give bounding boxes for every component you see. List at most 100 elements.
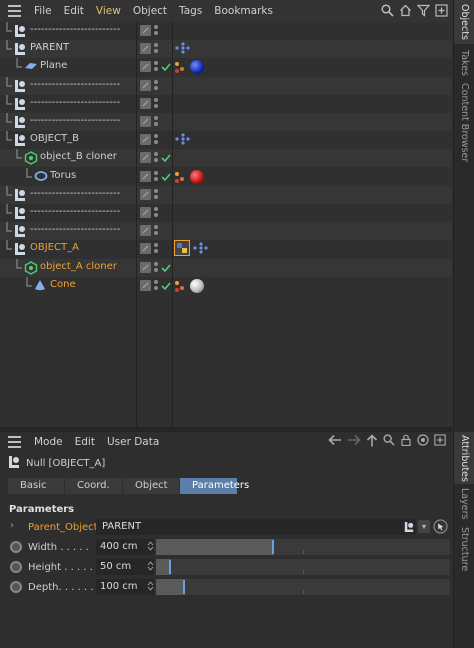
object-row[interactable]: ------------------------- (0, 222, 452, 241)
object-name-cell[interactable]: Plane (0, 58, 136, 76)
visibility-dots[interactable] (154, 79, 160, 93)
display-tag-icon[interactable] (174, 60, 188, 74)
menu-mode[interactable]: Mode (28, 432, 69, 452)
visibility-dots[interactable] (154, 42, 160, 56)
object-name-cell[interactable]: ------------------------- (0, 22, 136, 40)
layer-flag[interactable] (140, 25, 151, 36)
depth-slider[interactable] (156, 579, 450, 595)
visibility-dots[interactable] (154, 60, 160, 74)
layer-flag[interactable] (140, 97, 151, 109)
object-label[interactable]: OBJECT_A (30, 242, 79, 253)
tab-takes[interactable]: Takes (454, 46, 474, 80)
menu-user-data[interactable]: User Data (101, 432, 165, 452)
object-row[interactable]: Cone (0, 276, 452, 295)
new-window-icon[interactable] (434, 434, 446, 450)
visibility-dots[interactable] (154, 242, 160, 256)
object-name-cell[interactable]: Cone (0, 276, 136, 295)
object-row[interactable]: Plane (0, 58, 452, 76)
display-tag-icon[interactable] (174, 279, 188, 293)
object-name-cell[interactable]: object_A cloner (0, 258, 136, 277)
visibility-dots[interactable] (154, 170, 160, 184)
tab-basic[interactable]: Basic (8, 478, 65, 494)
object-label[interactable]: ------------------------- (30, 224, 120, 235)
hamburger-menu-icon[interactable] (0, 431, 28, 453)
width-slider[interactable] (156, 539, 450, 555)
menu-bookmarks[interactable]: Bookmarks (208, 0, 279, 22)
visibility-dots[interactable] (154, 188, 160, 202)
object-row[interactable]: ------------------------- (0, 22, 452, 40)
tab-content-browser[interactable]: Content Browser (454, 82, 474, 164)
tab-objects[interactable]: Objects (454, 0, 474, 44)
visibility-dots[interactable] (154, 206, 160, 220)
enabled-check-icon[interactable] (161, 153, 171, 166)
stepper-arrows-icon[interactable] (147, 540, 154, 554)
stepper-arrows-icon[interactable] (147, 580, 154, 594)
layer-flag[interactable] (140, 170, 151, 182)
tab-structure[interactable]: Structure (454, 524, 474, 574)
object-row[interactable]: ------------------------- (0, 185, 452, 204)
layer-flag[interactable] (140, 152, 151, 164)
pick-object-icon[interactable] (433, 519, 448, 537)
object-row[interactable]: object_A cloner (0, 258, 452, 277)
menu-object[interactable]: Object (127, 0, 173, 22)
object-name-cell[interactable]: PARENT (0, 40, 136, 58)
chevron-down-icon[interactable]: ▾ (418, 520, 430, 533)
new-window-icon[interactable] (434, 4, 448, 18)
enabled-check-icon[interactable] (161, 281, 171, 294)
animation-keyframe-icon[interactable] (10, 581, 22, 593)
height-slider[interactable] (156, 559, 450, 575)
chevron-right-icon[interactable]: › (10, 520, 14, 531)
hamburger-menu-icon[interactable] (0, 0, 28, 22)
object-label[interactable]: Cone (50, 279, 76, 290)
tab-coord[interactable]: Coord. (65, 478, 123, 494)
visibility-dots[interactable] (154, 224, 160, 238)
visibility-dots[interactable] (154, 261, 160, 275)
object-label[interactable]: OBJECT_B (30, 133, 79, 144)
hierarchy-tag-icon[interactable] (174, 132, 190, 149)
object-row[interactable]: OBJECT_B (0, 131, 452, 149)
lock-icon[interactable] (400, 434, 412, 450)
object-label[interactable]: ------------------------- (30, 24, 120, 35)
layer-flag[interactable] (140, 261, 151, 273)
object-label[interactable]: ------------------------- (30, 97, 120, 108)
up-arrow-icon[interactable] (366, 434, 378, 450)
layer-flag[interactable] (140, 116, 151, 127)
object-label[interactable]: Torus (50, 170, 76, 181)
tab-parameters[interactable]: Parameters (180, 478, 249, 494)
object-name-cell[interactable]: OBJECT_A (0, 240, 136, 258)
object-name-cell[interactable]: ------------------------- (0, 185, 136, 204)
tab-layers[interactable]: Layers (454, 486, 474, 522)
object-label[interactable]: ------------------------- (30, 79, 120, 90)
object-row[interactable]: ------------------------- (0, 113, 452, 131)
hierarchy-tag-icon[interactable] (174, 41, 190, 58)
object-label[interactable]: object_B cloner (40, 151, 117, 162)
back-arrow-icon[interactable] (328, 434, 342, 450)
visibility-dots[interactable] (154, 24, 160, 38)
menu-edit[interactable]: Edit (58, 0, 90, 22)
object-name-cell[interactable]: Torus (0, 167, 136, 186)
animation-keyframe-icon[interactable] (10, 541, 22, 553)
menu-tags[interactable]: Tags (173, 0, 208, 22)
home-icon[interactable] (398, 4, 412, 18)
hierarchy-tag-icon[interactable] (192, 241, 208, 258)
layer-flag[interactable] (140, 134, 151, 146)
object-name-cell[interactable]: ------------------------- (0, 76, 136, 95)
object-name-cell[interactable]: OBJECT_B (0, 131, 136, 149)
object-name-cell[interactable]: object_B cloner (0, 149, 136, 167)
object-row[interactable]: OBJECT_A (0, 239, 452, 258)
object-row[interactable]: object_B cloner (0, 149, 452, 168)
object-row[interactable]: ------------------------- (0, 204, 452, 222)
height-field[interactable]: 50 cm (96, 559, 154, 575)
parent-object-field[interactable]: PARENT (96, 519, 416, 535)
stepper-arrows-icon[interactable] (147, 560, 154, 574)
tab-attributes[interactable]: Attributes (454, 432, 474, 484)
layer-flag[interactable] (140, 188, 151, 200)
layer-flag[interactable] (140, 43, 151, 55)
target-icon[interactable] (417, 434, 429, 450)
layer-flag[interactable] (140, 243, 151, 255)
visibility-dots[interactable] (154, 133, 160, 147)
object-label[interactable]: Plane (40, 60, 67, 71)
object-label[interactable]: object_A cloner (40, 261, 117, 272)
depth-field[interactable]: 100 cm (96, 579, 154, 595)
object-name-cell[interactable]: ------------------------- (0, 222, 136, 240)
